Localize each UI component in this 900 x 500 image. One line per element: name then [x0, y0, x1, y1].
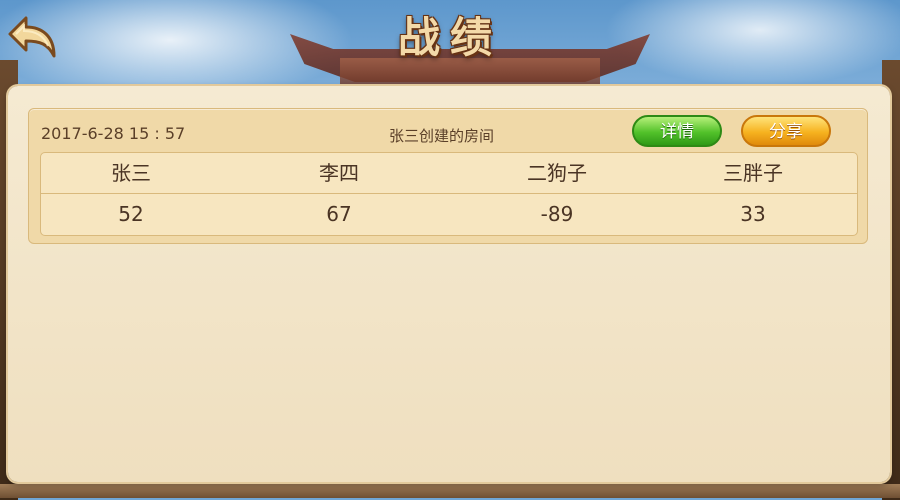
- player-name: 张三: [111, 161, 151, 185]
- record-card: 2017-6-28 15 : 57 张三创建的房间 详情 分享 张三 李四 二狗…: [28, 108, 868, 244]
- record-datetime: 2017-6-28 15 : 57: [41, 124, 186, 143]
- player-names-row: 张三 李四 二狗子 三胖子: [41, 153, 857, 194]
- player-score: 52: [118, 202, 144, 226]
- player-score: 67: [326, 202, 352, 226]
- share-button[interactable]: 分享: [741, 115, 831, 147]
- record-room-name: 张三创建的房间: [389, 127, 495, 145]
- player-score: -89: [540, 202, 574, 226]
- player-name: 三胖子: [723, 161, 783, 185]
- player-name: 二狗子: [527, 161, 587, 185]
- detail-button[interactable]: 详情: [632, 115, 722, 147]
- player-score: 33: [740, 202, 766, 226]
- page-title: 战绩: [397, 13, 502, 62]
- player-scores-row: 52 67 -89 33: [41, 194, 857, 234]
- score-table: 张三 李四 二狗子 三胖子 52 67 -89 33: [40, 152, 858, 236]
- player-name: 李四: [319, 161, 359, 185]
- bottom-ground-decoration: [0, 484, 900, 498]
- records-panel: 2017-6-28 15 : 57 张三创建的房间 详情 分享 张三 李四 二狗…: [8, 86, 890, 482]
